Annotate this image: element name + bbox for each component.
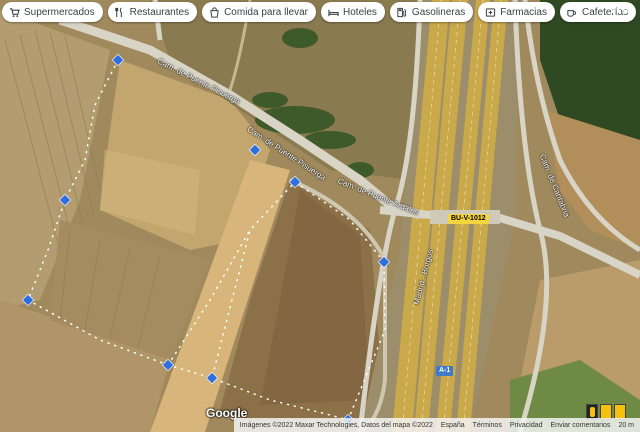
road-shield-blue: A-1 [436,366,454,376]
imagery-attribution: Imágenes ©2022 Maxar Technologies, Datos… [239,421,433,429]
coffee-cup-icon [566,6,578,18]
road-shield-yellow: BU-V-1012 [448,214,489,224]
google-apps-grid-icon[interactable] [612,4,628,20]
scale-bar[interactable]: 20 m [618,422,634,429]
takeout-bag-icon [208,6,220,18]
filter-chip-label: Gasolineras [411,6,466,18]
satellite-map[interactable] [0,0,640,432]
fuel-pump-icon [396,6,408,18]
filter-chip-pharmacies[interactable]: Farmacias [478,2,555,22]
bed-icon [327,6,339,18]
filter-chip-restaurants[interactable]: Restaurantes [107,2,198,22]
filter-chip-takeout[interactable]: Comida para llevar [202,2,317,22]
filter-chip-supermarkets[interactable]: Supermercados [2,2,103,22]
pharmacy-icon [484,6,496,18]
terms-link[interactable]: Términos [473,422,502,429]
filter-chip-hotels[interactable]: Hoteles [321,2,385,22]
place-filter-chips: Supermercados Restaurantes Comida para l… [2,2,637,22]
fork-knife-icon [114,6,126,18]
feedback-link[interactable]: Enviar comentarios [551,422,611,429]
filter-chip-label: Comida para llevar [224,6,309,18]
filter-chip-gas-stations[interactable]: Gasolineras [389,2,474,22]
filter-chip-label: Hoteles [343,6,377,18]
cart-icon [8,6,20,18]
map-footer: Imágenes ©2022 Maxar Technologies, Datos… [233,418,640,432]
filter-chip-label: Farmacias [500,6,547,18]
country-link[interactable]: España [441,422,465,429]
filter-chip-label: Restaurantes [129,6,190,18]
privacy-link[interactable]: Privacidad [510,422,543,429]
filter-chip-label: Supermercados [24,6,95,18]
